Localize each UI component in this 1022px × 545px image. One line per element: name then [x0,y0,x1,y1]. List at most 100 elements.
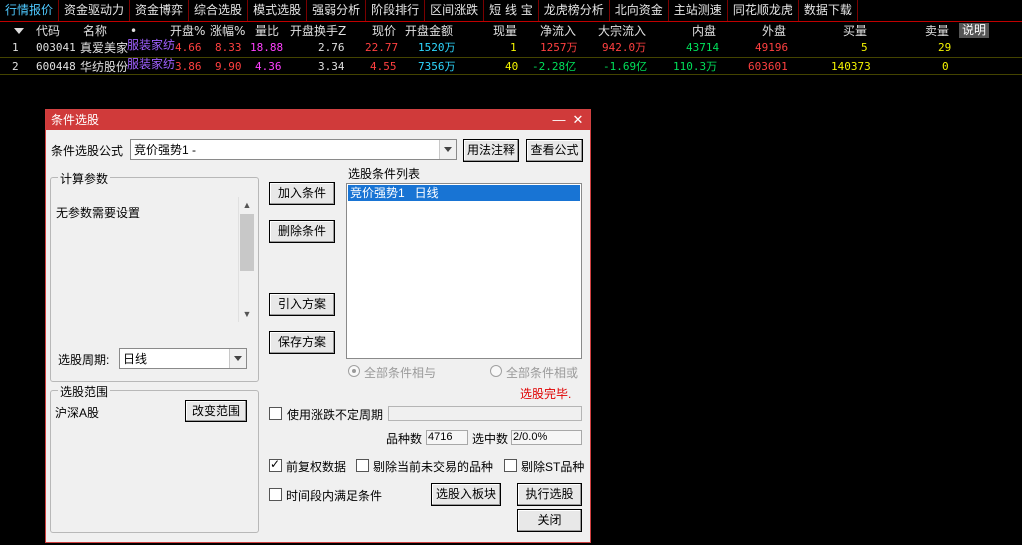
col-inner[interactable]: 内盘 [692,22,716,40]
col-block-inflow[interactable]: 大宗流入 [598,22,646,40]
params-group: 计算参数 无参数需要设置 ▲ ▼ 选股周期: 日线 [50,170,259,382]
condition-list[interactable]: 竞价强势1 日线 [346,183,582,359]
add-to-block-button[interactable]: 选股入板块 [431,483,501,506]
menu-tab[interactable]: 综合选股 [189,0,249,21]
add-condition-button[interactable]: 加入条件 [269,182,335,205]
price: 22.77 [365,41,399,54]
use-period-checkbox[interactable] [269,407,282,420]
col-price[interactable]: 现价 [372,22,396,40]
menu-tab[interactable]: 北向资金 [610,0,669,21]
open-turnover: 2.76 [318,41,345,54]
count-value: 4716 [426,430,468,445]
menu-tab[interactable]: 区间涨跌 [425,0,485,21]
col-vol-ratio[interactable]: 量比 [255,22,279,40]
menu-tab[interactable]: 资金博弈 [130,0,190,21]
open-pct: 4.66 [175,41,202,54]
col-outer[interactable]: 外盘 [762,22,786,40]
col-open-turnover[interactable]: 开盘换手Z [290,22,346,40]
sort-down-icon[interactable] [14,28,24,34]
top-menu-bar: 行情报价 资金驱动力 资金博弈 综合选股 模式选股 强弱分析 阶段排行 区间涨跌短 线 宝龙虎… [0,0,1022,22]
import-plan-button[interactable]: 引入方案 [269,293,335,316]
col-net-inflow[interactable]: 净流入 [540,22,576,40]
view-formula-button[interactable]: 查看公式 [526,139,583,162]
scroll-down-icon[interactable]: ▼ [239,306,255,322]
params-scrollbar[interactable]: ▲ ▼ [238,197,255,322]
change-range-button[interactable]: 改变范围 [185,400,247,422]
sell-vol: 0 [942,60,949,73]
col-name[interactable]: 名称 [83,22,107,40]
chevron-down-icon[interactable] [229,349,246,368]
status-text: 选股完毕. [520,387,572,401]
outer-vol: 603601 [748,60,788,73]
sector-tag: 服装家纺 [127,38,176,52]
inner-vol: 110.3万 [673,60,718,73]
exclude-st-checkbox[interactable] [504,459,517,472]
time-segment-checkbox[interactable] [269,488,282,501]
col-chg-pct[interactable]: 涨幅% [210,22,245,40]
range-group-title: 选股范围 [58,383,111,400]
time-segment-label: 时间段内满足条件 [286,489,383,503]
block-inflow: 942.0万 [602,41,647,54]
menu-tab[interactable]: 阶段排行 [366,0,426,21]
period-value: 日线 [123,352,148,366]
vol-ratio: 18.88 [250,41,284,54]
open-turnover: 3.34 [318,60,345,73]
menu-tab[interactable]: 同花顺龙虎 [728,0,799,21]
close-icon[interactable]: ✕ [569,110,587,130]
stock-code: 600448 [36,60,76,73]
col-buy-vol[interactable]: 买量 [843,22,867,40]
inner-vol: 43714 [686,41,720,54]
menu-tab[interactable]: 龙虎榜分析 [539,0,610,21]
menu-tab[interactable]: 主站测速 [669,0,728,21]
stock-name: 真爱美家 [80,41,129,55]
delete-condition-button[interactable]: 删除条件 [269,220,335,243]
open-amount: 1520万 [418,41,456,54]
col-open-amount[interactable]: 开盘金额 [405,22,453,40]
selected-value: 2/0.0% [511,430,582,445]
formula-value: 竞价强势1 - [134,143,197,157]
menu-tab[interactable]: 数据下载 [799,0,858,21]
table-row[interactable]: 2 600448 华纺股份 服装家纺 3.86 9.90 4.36 3.34 4… [0,57,1022,75]
exclude-untraded-checkbox[interactable] [356,459,369,472]
list-item[interactable]: 竞价强势1 日线 [348,185,580,201]
close-button[interactable]: 关闭 [517,509,582,532]
menu-tab[interactable]: 资金驱动力 [59,0,131,21]
save-plan-button[interactable]: 保存方案 [269,331,335,354]
period-select[interactable]: 日线 [119,348,247,369]
buy-vol: 5 [861,41,868,54]
menu-tab[interactable]: 短 线 宝 [484,0,539,21]
radio-and[interactable] [348,365,360,377]
chevron-down-icon[interactable] [439,140,456,159]
formula-select[interactable]: 竞价强势1 - [130,139,457,160]
minimize-icon[interactable]: — [550,110,568,130]
run-screening-button[interactable]: 执行选股 [517,483,582,506]
stock-code: 003041 [36,41,76,54]
menu-tab[interactable]: 强弱分析 [307,0,367,21]
col-code[interactable]: 代码 [36,22,60,40]
usage-notes-button[interactable]: 用法注释 [463,139,519,162]
explain-button[interactable]: 说明 [959,23,990,38]
range-group: 选股范围 沪深A股 改变范围 [50,383,259,533]
use-period-label: 使用涨跌不定周期 [287,408,384,422]
net-inflow: -2.28亿 [532,60,577,73]
col-sell-vol[interactable]: 卖量 [925,22,949,40]
row-index: 1 [12,41,19,54]
block-inflow: -1.69亿 [603,60,648,73]
row-index: 2 [12,60,19,73]
col-open-pct[interactable]: 开盘% [170,22,205,40]
col-cur-vol[interactable]: 现量 [493,22,517,40]
scrollbar-thumb[interactable] [240,214,254,271]
period-label: 选股周期: [58,353,110,367]
stock-name: 华纺股份 [80,60,129,74]
sell-vol: 29 [938,41,952,54]
dialog-title-bar[interactable]: 条件选股 — ✕ [46,110,590,130]
pre-adjust-checkbox[interactable] [269,457,282,472]
scroll-up-icon[interactable]: ▲ [239,197,255,213]
menu-tab[interactable]: 模式选股 [248,0,308,21]
chg-pct: 9.90 [215,60,242,73]
radio-and-label: 全部条件相与 [364,366,437,380]
params-text: 无参数需要设置 [56,206,141,220]
radio-or[interactable] [490,365,502,377]
menu-tab[interactable]: 行情报价 [0,0,60,21]
sector-tag: 服装家纺 [127,57,176,71]
